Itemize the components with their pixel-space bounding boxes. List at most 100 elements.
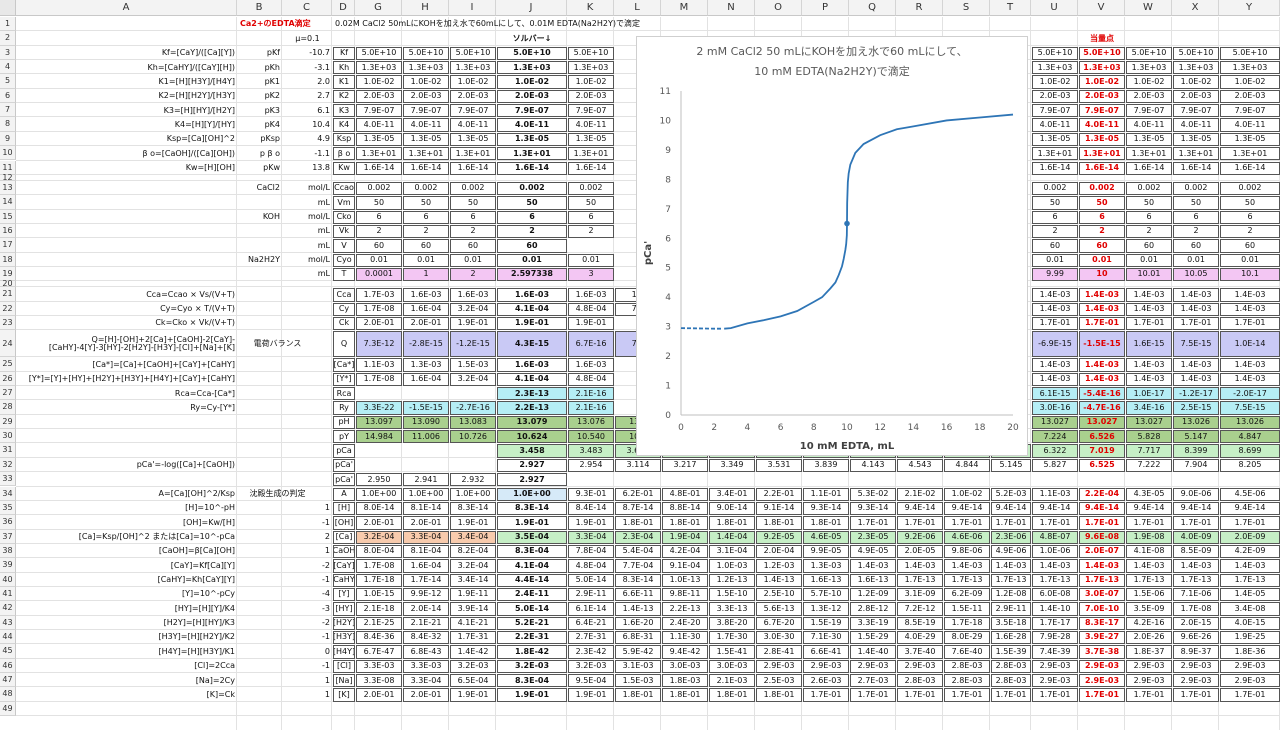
- data-cell[interactable]: -1.2E-17: [1173, 387, 1219, 401]
- data-cell[interactable]: 2.0E-01: [356, 688, 402, 702]
- label-b[interactable]: pK3: [238, 104, 282, 117]
- data-cell[interactable]: 9.3E-14: [803, 501, 849, 516]
- data-cell[interactable]: 2.0E-03: [1173, 89, 1219, 104]
- data-cell[interactable]: 1.4E-42: [450, 645, 496, 659]
- data-cell[interactable]: 1.0E-02: [944, 487, 990, 501]
- row-header[interactable]: 17: [0, 238, 16, 253]
- data-cell[interactable]: 1.5E-11: [944, 602, 990, 616]
- data-cell[interactable]: 50: [450, 196, 496, 210]
- data-cell[interactable]: 1.0E-02: [1173, 75, 1219, 89]
- data-cell[interactable]: 1.5E-19: [803, 616, 849, 630]
- data-cell[interactable]: 2.0E-03: [356, 89, 402, 104]
- value-c[interactable]: 1: [283, 502, 332, 515]
- data-cell[interactable]: 1.8E-01: [709, 516, 755, 530]
- data-cell[interactable]: 2.0E-01: [403, 688, 449, 702]
- data-cell[interactable]: 4.9E-05: [850, 544, 896, 559]
- row-header[interactable]: 48: [0, 687, 16, 702]
- data-cell[interactable]: 1.4E-03: [1079, 302, 1125, 316]
- data-cell[interactable]: 60: [1079, 239, 1125, 253]
- data-cell[interactable]: 1.7E-01: [1220, 516, 1280, 530]
- data-cell[interactable]: 5.0E+10: [1173, 46, 1219, 61]
- value-c[interactable]: mL: [283, 268, 332, 281]
- data-cell[interactable]: 9.4E-14: [1079, 501, 1125, 516]
- data-cell[interactable]: 1.0E-15: [356, 587, 402, 602]
- row-header[interactable]: 18: [0, 252, 16, 267]
- data-cell[interactable]: 2.9E-03: [1173, 659, 1219, 674]
- data-cell[interactable]: 7.9E-07: [1220, 104, 1280, 118]
- variable-name[interactable]: [H4Y]: [333, 645, 355, 659]
- data-cell[interactable]: 3.3E-03: [356, 659, 402, 674]
- variable-name[interactable]: Cy: [333, 302, 355, 316]
- column-header[interactable]: X: [1172, 0, 1219, 16]
- data-cell[interactable]: 4.5E-06: [1220, 487, 1280, 501]
- data-cell[interactable]: 13.026: [1173, 415, 1219, 430]
- data-cell[interactable]: 9.5E-04: [568, 674, 614, 688]
- data-cell[interactable]: 1.0E-02: [1032, 75, 1078, 89]
- variable-name[interactable]: [HY]: [333, 602, 355, 616]
- data-cell[interactable]: 6.526: [1079, 430, 1125, 444]
- data-cell[interactable]: 2.7E-31: [568, 631, 614, 645]
- data-cell[interactable]: 2: [1126, 224, 1172, 239]
- data-cell[interactable]: 3.4E-04: [450, 530, 496, 544]
- data-cell[interactable]: 5.2E-03: [991, 487, 1031, 501]
- data-cell[interactable]: 2.0E-03: [1079, 89, 1125, 104]
- data-cell[interactable]: 2.9E-03: [1220, 674, 1280, 688]
- data-cell[interactable]: 50: [1173, 196, 1219, 210]
- formula-label[interactable]: Rca=Cca-[Ca*]: [17, 387, 237, 400]
- row-header[interactable]: 21: [0, 287, 16, 302]
- data-cell[interactable]: 1.7E-01: [850, 516, 896, 530]
- data-cell[interactable]: 9.9E-05: [803, 544, 849, 559]
- data-cell[interactable]: 13.097: [356, 415, 402, 430]
- data-cell[interactable]: 4.0E-11: [1173, 118, 1219, 132]
- data-cell[interactable]: 1.3E-05: [1126, 132, 1172, 147]
- data-cell[interactable]: 9.0E-06: [1173, 487, 1219, 501]
- data-cell[interactable]: 0.002: [1032, 181, 1078, 196]
- value-c[interactable]: 2.0: [283, 75, 332, 88]
- data-cell[interactable]: 50: [568, 196, 614, 210]
- data-cell[interactable]: 1.4E-03: [1032, 358, 1078, 372]
- data-cell[interactable]: 8.4E-32: [403, 631, 449, 645]
- data-cell[interactable]: 0.0001: [356, 267, 402, 282]
- data-cell[interactable]: -2.0E-17: [1220, 387, 1280, 401]
- data-cell[interactable]: 4.0E-11: [450, 118, 496, 132]
- row-header[interactable]: 29: [0, 414, 16, 430]
- data-cell[interactable]: 2.8E-03: [991, 674, 1031, 688]
- data-cell[interactable]: 1.3E+01: [450, 147, 496, 161]
- data-cell[interactable]: 2.0E-01: [403, 317, 449, 331]
- data-cell[interactable]: 1.4E-03: [1126, 302, 1172, 316]
- data-cell[interactable]: 5.0E+10: [450, 46, 496, 61]
- data-cell[interactable]: 8.4E-14: [568, 501, 614, 516]
- data-cell[interactable]: 8.8E-14: [662, 501, 708, 516]
- data-cell[interactable]: 7.222: [1126, 458, 1172, 473]
- data-cell[interactable]: 1.7E-13: [1079, 573, 1125, 587]
- data-cell[interactable]: 1.8E-03: [662, 674, 708, 688]
- data-cell[interactable]: 3.8E-20: [709, 616, 755, 630]
- formula-label[interactable]: [H2Y]=[H][HY]/K3: [17, 617, 237, 630]
- data-cell[interactable]: 8.699: [1220, 444, 1280, 458]
- data-cell[interactable]: 1.6E-14: [1220, 161, 1280, 175]
- column-header[interactable]: M: [661, 0, 708, 16]
- data-cell[interactable]: 2.1E-02: [897, 487, 943, 501]
- data-cell[interactable]: 8.205: [1220, 458, 1280, 473]
- data-cell[interactable]: 4.1E-04: [497, 372, 567, 387]
- data-cell[interactable]: 1.7E-01: [1173, 688, 1219, 702]
- data-cell[interactable]: 1.9E-01: [497, 516, 567, 530]
- data-cell[interactable]: 4.0E-11: [1079, 118, 1125, 132]
- data-cell[interactable]: 2.2E-13: [497, 401, 567, 415]
- data-cell[interactable]: 1.6E-14: [356, 161, 402, 175]
- data-cell[interactable]: 2.950: [356, 473, 402, 487]
- data-cell[interactable]: 9.4E-42: [662, 645, 708, 659]
- variable-name[interactable]: Cko: [333, 210, 355, 224]
- data-cell[interactable]: 1.8E-01: [756, 688, 802, 702]
- data-cell[interactable]: 1.3E-03: [403, 358, 449, 372]
- variable-name[interactable]: [CaY]: [333, 559, 355, 573]
- data-cell[interactable]: 8.0E-04: [356, 544, 402, 559]
- data-cell[interactable]: 1.1E-30: [662, 631, 708, 645]
- data-cell[interactable]: 1.0E+00: [450, 487, 496, 501]
- data-cell[interactable]: 8.4E-36: [356, 631, 402, 645]
- data-cell[interactable]: 3.3E-04: [568, 530, 614, 544]
- variable-name[interactable]: K3: [333, 104, 355, 118]
- value-c[interactable]: 6.1: [283, 104, 332, 117]
- data-cell[interactable]: 5.145: [991, 458, 1031, 473]
- data-cell[interactable]: 1.4E-03: [1032, 302, 1078, 316]
